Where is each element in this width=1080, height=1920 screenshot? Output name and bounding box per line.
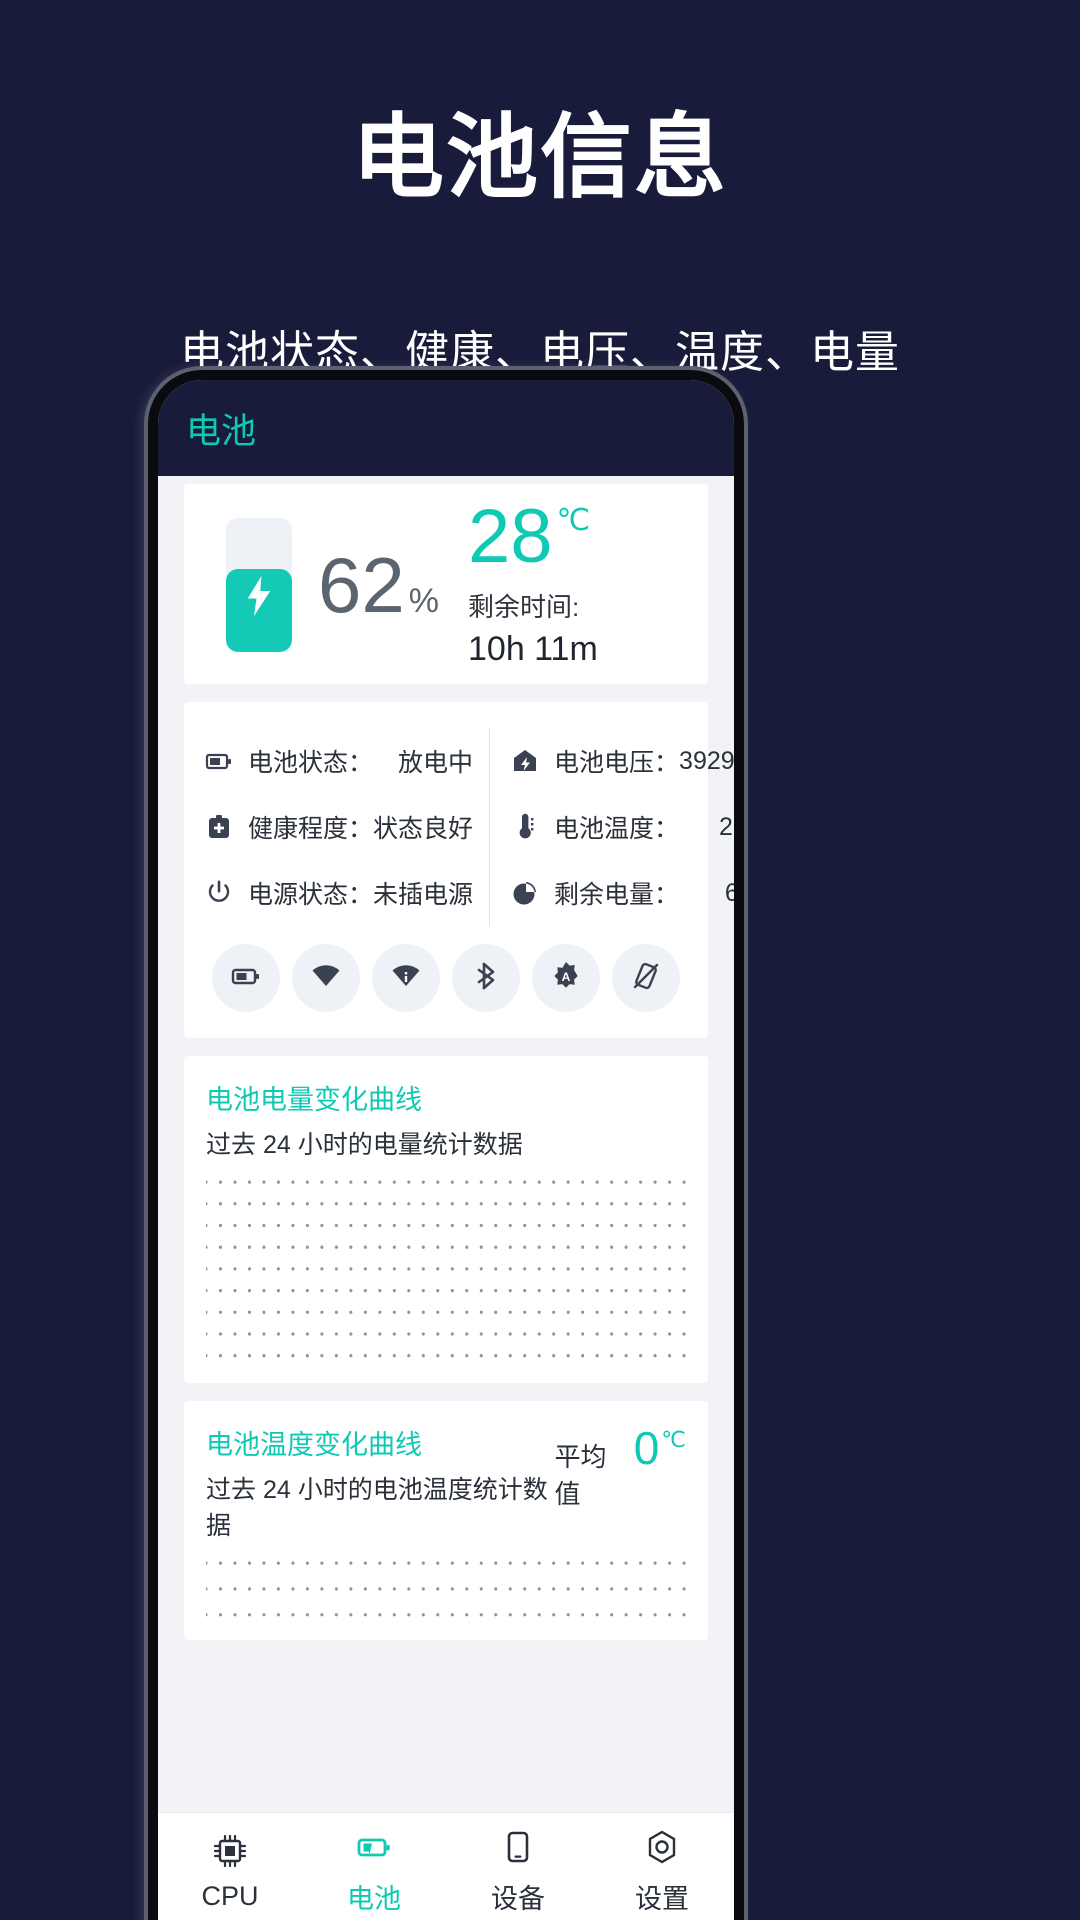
summary-right-stats: 28 ℃ 剩余时间: 10h 11m [468,493,678,669]
app-bar-title: 电池 [186,411,257,451]
page-title: 电池信息 [351,107,728,209]
chart-plot-area [206,1180,686,1358]
bluetooth-icon [471,961,501,996]
phone-screen: 电池 62 % 28 ℃ 剩余时间: 10h 11m 电池状态： 放电中 健康程… [158,380,734,1920]
info-row: 电源状态： 未插电源 [204,860,473,926]
nav-item-device[interactable]: 设备 [446,1827,590,1916]
battery-temperature-chart-card: 电池温度变化曲线 过去 24 小时的电池温度统计数据 平均值 0 ℃ [184,1401,708,1640]
nav-item-cpu[interactable]: CPU [158,1831,302,1912]
bolt-glyph [247,575,271,616]
wifi-info-toggle[interactable] [372,944,440,1012]
chart-subtitle: 过去 24 小时的电量统计数据 [206,1131,523,1159]
battery-level-chart-card: 电池电量变化曲线 过去 24 小时的电量统计数据 [184,1056,708,1383]
bottom-navigation: CPU 电池 设备 设置 [158,1812,734,1920]
health-kit-icon [204,812,234,842]
battery-status-icon [204,746,234,776]
battery-info-card: 电池状态： 放电中 健康程度： 状态良好 电源状态： 未插电源 电池电压： 39… [184,702,734,1038]
chart-header: 电池温度变化曲线 过去 24 小时的电池温度统计数据 平均值 0 ℃ [206,1423,686,1542]
device-icon [498,1827,538,1867]
info-label: 健康程度： [248,815,374,843]
nav-item-battery[interactable]: 电池 [302,1827,446,1916]
info-label: 剩余电量： [554,881,680,909]
battery-icon [354,1827,394,1867]
voltage-bolt-icon [510,746,540,776]
chart-subtitle: 过去 24 小时的电池温度统计数据 [206,1476,548,1540]
average-display: 平均值 0 ℃ [555,1423,686,1511]
pie-chart-icon [510,878,540,908]
settings-icon [642,1827,682,1867]
rotation-lock-toggle[interactable] [612,944,680,1012]
nav-label: 电池 [347,1884,401,1914]
info-row: 电池电压： 3929 mv [510,728,734,794]
auto-brightness-icon: A [551,961,581,996]
remaining-time-value: 10h 11m [468,630,598,669]
chart-title: 电池电量变化曲线 [206,1085,422,1115]
average-unit: ℃ [661,1427,686,1452]
info-label: 电池状态： [248,749,374,777]
app-bar: 电池 [158,380,734,476]
info-label: 电源状态： [248,881,374,909]
info-row: 电池状态： 放电中 [204,728,473,794]
info-grid: 电池状态： 放电中 健康程度： 状态良好 电源状态： 未插电源 电池电压： 39… [204,728,734,926]
info-row: 电池温度： 28℃ [510,794,734,860]
bluetooth-toggle[interactable] [452,944,520,1012]
info-value: 未插电源 [373,881,474,909]
wifi-info-icon [391,961,421,996]
rotation-lock-icon [631,961,661,996]
battery-saver-toggle[interactable] [212,944,280,1012]
battery-percent-display: 62 % [318,546,439,624]
wifi-icon [311,961,341,996]
chart-header: 电池电量变化曲线 过去 24 小时的电量统计数据 [206,1078,686,1161]
quick-toggle-row: A [204,926,688,1038]
info-value: 28℃ [719,813,734,841]
nav-label: 设备 [491,1884,545,1914]
chart-plot-area [206,1561,686,1617]
scroll-content[interactable]: 62 % 28 ℃ 剩余时间: 10h 11m 电池状态： 放电中 健康程度： … [158,476,734,1812]
info-row: 剩余电量： 62% [510,860,734,926]
info-column-right: 电池电压： 3929 mv 电池温度： 28℃ [490,728,734,926]
temperature-value: 28 [468,493,553,579]
nav-item-settings[interactable]: 设置 [590,1827,734,1916]
power-icon [204,878,234,908]
average-value: 0 [633,1422,660,1474]
nav-label: 设置 [635,1884,689,1914]
info-label: 电池电压： [554,749,680,777]
battery-percent-value: 62 [318,541,405,629]
auto-brightness-toggle[interactable]: A [532,944,600,1012]
battery-saver-icon [231,961,261,996]
info-value: 3929 mv [679,746,734,775]
info-label: 电池温度： [554,815,680,843]
info-row: 健康程度： 状态良好 [204,794,473,860]
info-value: 状态良好 [373,815,474,843]
svg-text:A: A [562,970,571,984]
promo-page: 电池信息 电池状态、健康、电压、温度、电量 电池 62 % 28 ℃ 剩余时间:… [0,0,1080,1920]
average-label: 平均值 [554,1442,607,1509]
info-column-left: 电池状态： 放电中 健康程度： 状态良好 电源状态： 未插电源 [204,728,491,926]
temperature-unit: ℃ [556,503,591,537]
nav-label: CPU [201,1881,259,1911]
battery-charging-icon [226,518,292,652]
thermometer-icon [510,812,540,842]
cpu-icon [210,1831,250,1871]
info-value: 62% [724,878,734,907]
wifi-toggle[interactable] [292,944,360,1012]
phone-mockup: 电池 62 % 28 ℃ 剩余时间: 10h 11m 电池状态： 放电中 健康程… [148,370,744,1920]
battery-summary-card: 62 % 28 ℃ 剩余时间: 10h 11m [184,484,708,684]
info-value: 放电中 [398,749,474,777]
remaining-time-label: 剩余时间: [468,592,580,623]
temperature-display: 28 ℃ [468,493,678,579]
percent-sign: % [408,582,439,620]
chart-title: 电池温度变化曲线 [206,1430,422,1460]
